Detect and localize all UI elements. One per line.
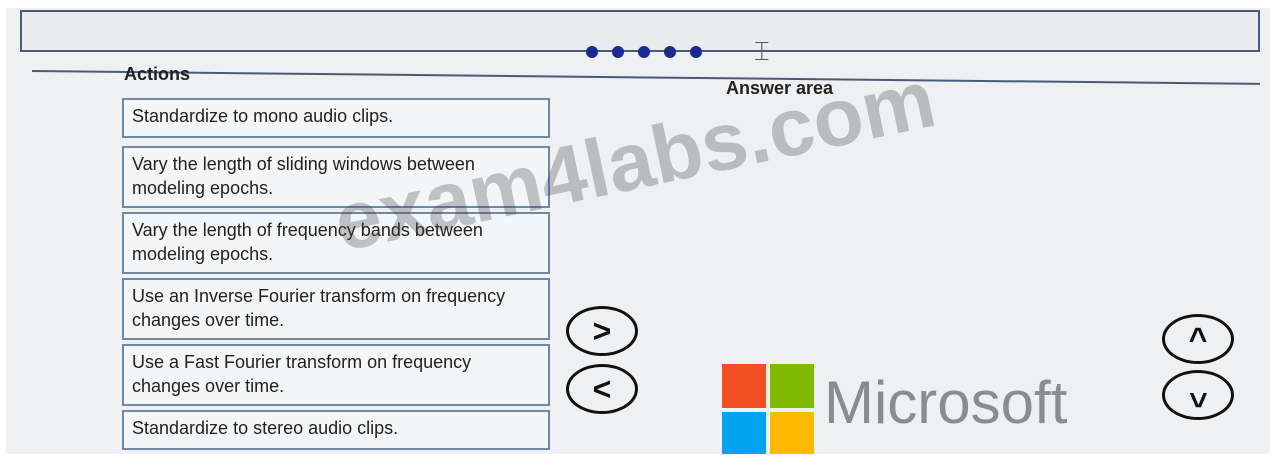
move-right-button[interactable]: > [566,306,638,356]
progress-dot [664,46,676,58]
action-item-fast-fourier[interactable]: Use a Fast Fourier transform on frequenc… [122,344,550,406]
action-item-frequency-bands[interactable]: Vary the length of frequency bands betwe… [122,212,550,274]
progress-indicator [586,46,702,58]
action-item-stereo[interactable]: Standardize to stereo audio clips. [122,410,550,450]
move-up-button[interactable]: ^ [1162,314,1234,364]
chevron-left-icon: < [592,370,612,407]
action-item-mono[interactable]: Standardize to mono audio clips. [122,98,550,138]
microsoft-wordmark: Microsoft [824,369,1068,436]
progress-dot [586,46,598,58]
answer-area-heading: Answer area [726,78,834,98]
progress-dot [690,46,702,58]
action-item-inverse-fourier[interactable]: Use an Inverse Fourier transform on freq… [122,278,550,340]
chevron-right-icon: > [592,312,612,349]
move-left-button[interactable]: < [566,364,638,414]
text-cursor-icon: ⌶ [754,36,770,66]
logo-square-blue [722,412,766,454]
divider-line [31,70,1260,85]
logo-square-green [770,364,814,408]
exam-screen: ⌶ Actions Answer area Standardize to mon… [6,8,1270,454]
logo-square-yellow [770,412,814,454]
progress-dot [638,46,650,58]
logo-square-red [722,364,766,408]
move-down-button[interactable]: ^ [1162,370,1234,420]
chevron-up-icon: ^ [1188,320,1208,357]
actions-heading: Actions [124,64,191,84]
progress-dot [612,46,624,58]
chevron-down-icon: ^ [1188,377,1208,414]
action-item-sliding-windows[interactable]: Vary the length of sliding windows betwe… [122,146,550,208]
microsoft-logo [722,364,814,454]
